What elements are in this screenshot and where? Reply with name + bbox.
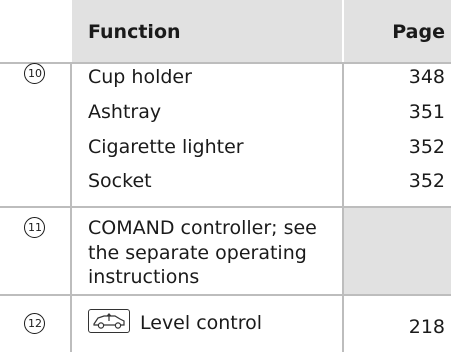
callout-number-12: 12 (24, 313, 46, 335)
page-number: 352 (408, 136, 445, 158)
page-number: 218 (408, 316, 445, 338)
header-page-label: Page (392, 21, 445, 43)
function-label: Level control (140, 312, 263, 334)
row-divider (0, 62, 451, 64)
table-header: Function Page (0, 0, 451, 62)
function-table: Function Page 10 Cup holder 348 Ashtray … (0, 0, 451, 352)
page-number: 351 (408, 101, 445, 123)
function-label: Ashtray (88, 101, 162, 123)
function-text-line: instructions (88, 266, 200, 288)
header-function-label: Function (88, 21, 181, 43)
empty-page-cell (344, 208, 451, 294)
row-divider (0, 294, 451, 296)
page-number: 348 (408, 66, 445, 88)
function-label: Cup holder (88, 66, 192, 88)
callout-number-10: 10 (24, 63, 46, 85)
level-control-icon (88, 309, 130, 333)
function-label: Socket (88, 170, 152, 192)
function-label: Cigarette lighter (88, 136, 244, 158)
callout-number-11: 11 (24, 217, 46, 239)
page-number: 352 (408, 170, 445, 192)
